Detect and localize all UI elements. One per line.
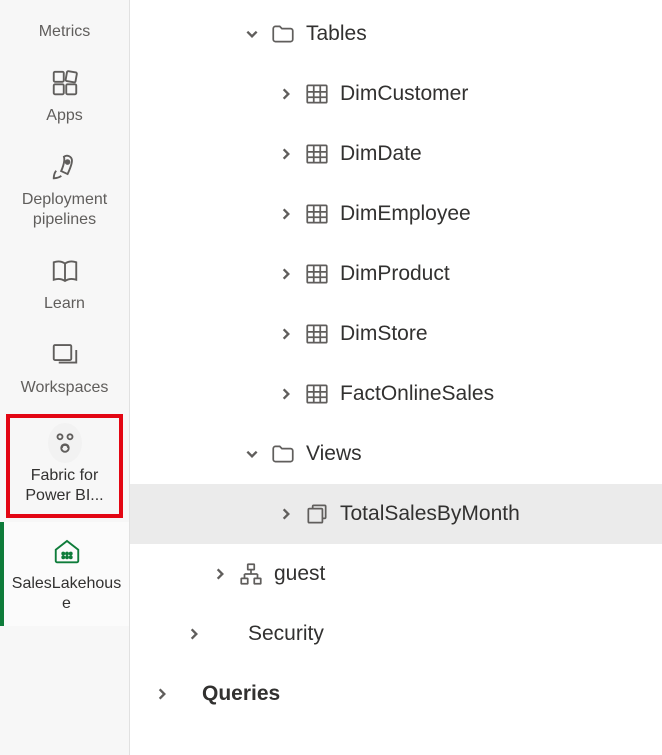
tree-view-item-selected[interactable]: TotalSalesByMonth	[130, 484, 662, 544]
tree-table-item[interactable]: DimCustomer	[130, 64, 662, 124]
table-icon	[300, 321, 334, 347]
explorer-tree: Tables DimCustomer DimDate DimEmployee D…	[130, 0, 662, 755]
node-label: DimProduct	[340, 262, 450, 286]
node-label: guest	[274, 562, 325, 586]
rocket-icon	[48, 150, 82, 184]
lakehouse-icon	[50, 534, 84, 568]
tree-table-item[interactable]: DimProduct	[130, 244, 662, 304]
node-label: DimCustomer	[340, 82, 468, 106]
node-label: DimDate	[340, 142, 422, 166]
chevron-down-icon	[238, 447, 266, 461]
table-icon	[300, 201, 334, 227]
nav-label: Fabric for Power BI...	[12, 466, 117, 506]
node-label: Queries	[202, 682, 280, 706]
nav-label: Metrics	[39, 22, 91, 42]
tree-folder-views[interactable]: Views	[130, 424, 662, 484]
chevron-right-icon	[272, 87, 300, 101]
node-label: FactOnlineSales	[340, 382, 494, 406]
chevron-right-icon	[272, 147, 300, 161]
chevron-right-icon	[272, 267, 300, 281]
node-label: Tables	[306, 22, 367, 46]
nav-item-workspaces[interactable]: Workspaces	[0, 326, 129, 410]
tree-schema-guest[interactable]: guest	[130, 544, 662, 604]
nav-label: Deployment pipelines	[6, 190, 123, 230]
table-icon	[300, 81, 334, 107]
schema-icon	[234, 561, 268, 587]
node-label: Security	[248, 622, 324, 646]
chevron-right-icon	[272, 327, 300, 341]
node-label: DimEmployee	[340, 202, 471, 226]
chevron-right-icon	[272, 207, 300, 221]
nav-label: Workspaces	[21, 378, 109, 398]
node-label: TotalSalesByMonth	[340, 502, 520, 526]
nav-label: SalesLakehouse	[10, 574, 123, 614]
tree-table-item[interactable]: DimEmployee	[130, 184, 662, 244]
nav-label: Learn	[44, 294, 85, 314]
chevron-down-icon	[238, 27, 266, 41]
nav-item-learn[interactable]: Learn	[0, 242, 129, 326]
book-icon	[48, 254, 82, 288]
nav-label: Apps	[46, 106, 82, 126]
chevron-right-icon	[180, 627, 208, 641]
folder-icon	[266, 21, 300, 47]
tree-table-item[interactable]: FactOnlineSales	[130, 364, 662, 424]
chevron-right-icon	[272, 387, 300, 401]
fabric-icon	[48, 426, 82, 460]
tree-node-queries[interactable]: Queries	[130, 664, 662, 724]
nav-item-saleslakehouse[interactable]: SalesLakehouse	[0, 522, 129, 626]
tree-folder-tables[interactable]: Tables	[130, 4, 662, 64]
chevron-right-icon	[206, 567, 234, 581]
node-label: Views	[306, 442, 362, 466]
folder-icon	[266, 441, 300, 467]
chevron-right-icon	[272, 507, 300, 521]
nav-item-apps[interactable]: Apps	[0, 54, 129, 138]
tree-table-item[interactable]: DimStore	[130, 304, 662, 364]
table-icon	[300, 381, 334, 407]
workspaces-icon	[48, 338, 82, 372]
table-icon	[300, 141, 334, 167]
chevron-right-icon	[148, 687, 176, 701]
left-nav-sidebar: Metrics Apps Deployment pipelines Learn …	[0, 0, 130, 755]
nav-item-deployment-pipelines[interactable]: Deployment pipelines	[0, 138, 129, 242]
nav-item-fabric-power-bi[interactable]: Fabric for Power BI...	[6, 414, 123, 518]
table-icon	[300, 261, 334, 287]
tree-table-item[interactable]: DimDate	[130, 124, 662, 184]
tree-node-security[interactable]: Security	[130, 604, 662, 664]
nav-item-metrics[interactable]: Metrics	[0, 4, 129, 54]
node-label: DimStore	[340, 322, 428, 346]
apps-icon	[48, 66, 82, 100]
view-icon	[300, 501, 334, 527]
